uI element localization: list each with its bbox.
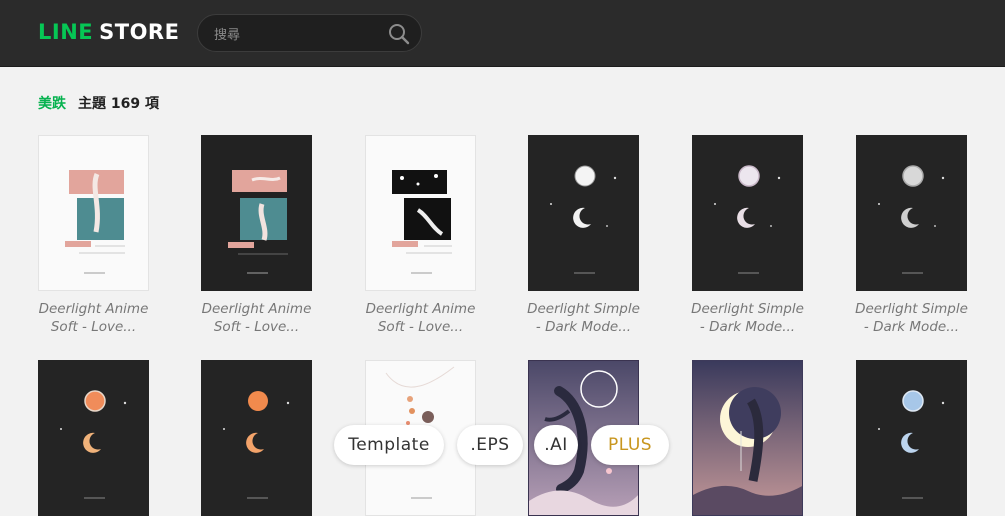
theme-title-line2[interactable]: - Dark Mode... (516, 318, 651, 336)
theme-artwork (65, 170, 125, 274)
tag-eps[interactable]: .EPS (457, 425, 523, 465)
logo-line-text: LINE (38, 20, 94, 44)
line-store-logo[interactable]: LINE STORE (38, 20, 179, 44)
theme-thumbnail[interactable] (692, 360, 803, 516)
theme-title-line2[interactable]: Soft - Love... (353, 318, 488, 336)
theme-thumbnail[interactable] (201, 360, 312, 516)
theme-count: 主題 169 項 (78, 96, 159, 112)
tag-template[interactable]: Template (334, 425, 444, 465)
theme-title-line1[interactable]: Deerlight Anime (353, 300, 488, 318)
theme-title-line1[interactable]: Deerlight Anime (189, 300, 324, 318)
search-box[interactable] (197, 14, 422, 52)
theme-artwork (878, 165, 945, 274)
theme-artwork (228, 170, 288, 274)
theme-title-line1[interactable]: Deerlight Simple (516, 300, 651, 318)
theme-artwork (223, 391, 290, 499)
theme-title-line2[interactable]: Soft - Love... (26, 318, 161, 336)
theme-thumbnail[interactable] (38, 360, 149, 516)
theme-artwork (550, 165, 617, 274)
tag-ai[interactable]: .AI (534, 425, 578, 465)
theme-artwork (60, 390, 127, 499)
category-label[interactable]: 美跌 (38, 96, 66, 112)
logo-store-text: STORE (99, 20, 180, 44)
theme-title-line2[interactable]: - Dark Mode... (844, 318, 979, 336)
section-heading: 美跌 主題 169 項 (38, 93, 159, 113)
tag-plus[interactable]: PLUS (591, 425, 669, 465)
theme-thumbnail[interactable] (528, 135, 639, 291)
theme-title-line2[interactable]: - Dark Mode... (680, 318, 815, 336)
theme-title-line1[interactable]: Deerlight Simple (680, 300, 815, 318)
theme-artwork (878, 390, 945, 499)
theme-title-line1[interactable]: Deerlight Anime (26, 300, 161, 318)
theme-title-line2[interactable]: Soft - Love... (189, 318, 324, 336)
theme-thumbnail[interactable] (856, 360, 967, 516)
theme-title-line1[interactable]: Deerlight Simple (844, 300, 979, 318)
theme-thumbnail[interactable] (692, 135, 803, 291)
top-header: LINE STORE (0, 0, 1005, 67)
theme-thumbnail[interactable] (856, 135, 967, 291)
theme-artwork (693, 361, 802, 515)
theme-thumbnail[interactable] (365, 135, 476, 291)
theme-thumbnail[interactable] (201, 135, 312, 291)
search-input[interactable] (212, 24, 376, 46)
theme-artwork (714, 165, 781, 274)
theme-thumbnail[interactable] (38, 135, 149, 291)
search-icon[interactable] (387, 22, 411, 46)
theme-artwork (392, 170, 452, 274)
